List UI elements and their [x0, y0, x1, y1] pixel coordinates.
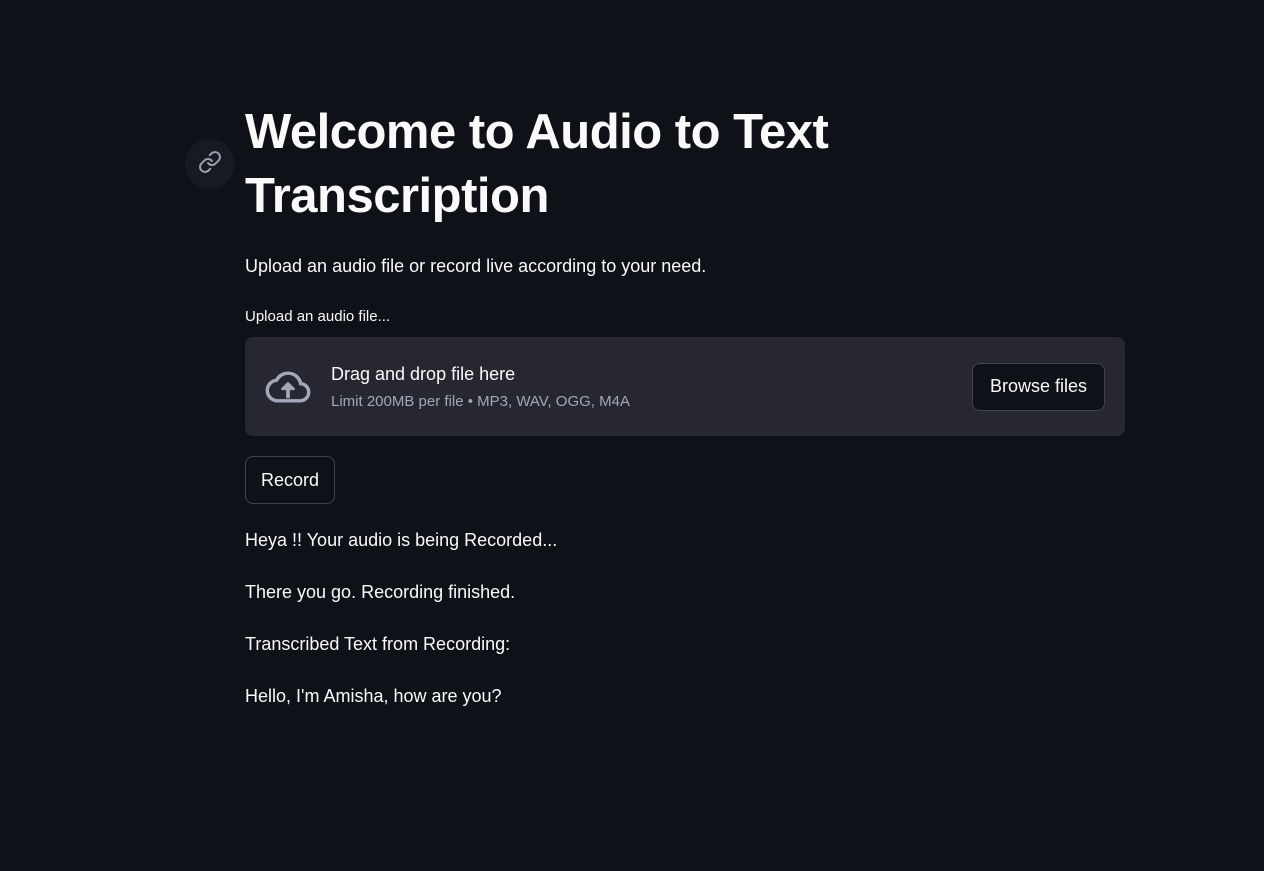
main-content: Welcome to Audio to Text Transcription U… — [245, 100, 1125, 710]
dropzone-instructions: Drag and drop file here — [331, 363, 516, 384]
page-title: Welcome to Audio to Text Transcription — [245, 105, 829, 223]
dropzone-text: Drag and drop file here Limit 200MB per … — [331, 361, 972, 413]
app-page: Welcome to Audio to Text Transcription U… — [0, 0, 1264, 871]
page-subtitle: Upload an audio file or record live acco… — [245, 256, 707, 276]
browse-files-button[interactable]: Browse files — [972, 362, 1105, 411]
file-dropzone[interactable]: Drag and drop file here Limit 200MB per … — [245, 337, 1125, 436]
link-icon — [198, 150, 222, 179]
recording-status-message: Heya !! Your audio is being Recorded... — [245, 530, 558, 550]
transcribed-heading: Transcribed Text from Recording: — [245, 634, 511, 654]
dropzone-limit: Limit 200MB per file • MP3, WAV, OGG, M4… — [331, 392, 630, 410]
recording-finished-message: There you go. Recording finished. — [245, 582, 516, 602]
record-button[interactable]: Record — [245, 456, 335, 504]
heading-anchor-link[interactable] — [185, 139, 235, 189]
file-uploader-label: Upload an audio file... — [245, 308, 391, 325]
cloud-upload-icon — [265, 364, 311, 410]
transcribed-text: Hello, I'm Amisha, how are you? — [245, 686, 502, 706]
